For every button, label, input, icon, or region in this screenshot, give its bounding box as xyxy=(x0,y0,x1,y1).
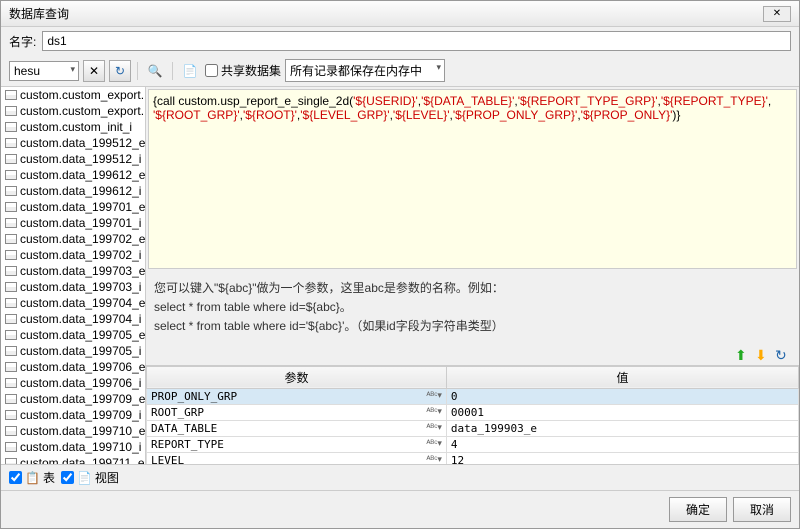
list-item[interactable]: custom.data_199709_e xyxy=(1,391,145,407)
list-item[interactable]: custom.custom_export. xyxy=(1,87,145,103)
table-icon xyxy=(5,138,17,148)
tools-icon[interactable]: ✕ xyxy=(83,60,105,82)
table-icon xyxy=(5,122,17,132)
list-item[interactable]: custom.data_199705_i xyxy=(1,343,145,359)
table-icon xyxy=(5,442,17,452)
param-toolbar: ⬆ ⬇ ↻ xyxy=(146,345,799,365)
table-icon xyxy=(5,426,17,436)
list-item[interactable]: custom.data_199710_e xyxy=(1,423,145,439)
list-item[interactable]: custom.data_199706_i xyxy=(1,375,145,391)
main-area: custom.custom_export.custom.custom_expor… xyxy=(1,86,799,464)
list-item[interactable]: custom.custom_init_i xyxy=(1,119,145,135)
arrow-down-icon[interactable]: ⬇ xyxy=(755,347,771,363)
type-icon: ᴬᴮᶜ▾ xyxy=(426,454,442,464)
table-icon xyxy=(5,266,17,276)
table-icon xyxy=(5,314,17,324)
list-item[interactable]: custom.data_199711_e xyxy=(1,455,145,464)
table-icon xyxy=(5,218,17,228)
cancel-button[interactable]: 取消 xyxy=(733,497,791,522)
table-icon xyxy=(5,394,17,404)
table-icon xyxy=(5,250,17,260)
list-item[interactable]: custom.custom_export. xyxy=(1,103,145,119)
name-bar: 名字: xyxy=(1,27,799,55)
table-icon xyxy=(5,346,17,356)
share-label: 共享数据集 xyxy=(221,62,281,79)
window-title: 数据库查询 xyxy=(9,5,69,22)
list-item[interactable]: custom.data_199512_i xyxy=(1,151,145,167)
db-dropdown[interactable]: hesu xyxy=(9,61,79,81)
refresh-icon[interactable]: ↻ xyxy=(109,60,131,82)
cache-dropdown[interactable]: 所有记录都保存在内存中 xyxy=(285,59,445,82)
arrow-up-icon[interactable]: ⬆ xyxy=(735,347,751,363)
table-row[interactable]: LEVELᴬᴮᶜ▾12 xyxy=(147,452,799,464)
param-header-name: 参数 xyxy=(147,366,447,388)
hint-text: 您可以键入"${abc}"做为一个参数，这里abc是参数的名称。例如： sele… xyxy=(146,271,799,345)
table-icon xyxy=(5,234,17,244)
table-checkbox[interactable]: 📋 表 xyxy=(9,469,55,486)
table-row[interactable]: DATA_TABLEᴬᴮᶜ▾data_199903_e xyxy=(147,420,799,436)
list-item[interactable]: custom.data_199612_i xyxy=(1,183,145,199)
list-item[interactable]: custom.data_199703_e xyxy=(1,263,145,279)
param-header-value: 值 xyxy=(446,366,798,388)
sql-textarea[interactable]: {call custom.usp_report_e_single_2d('${U… xyxy=(148,89,797,269)
close-icon[interactable]: ✕ xyxy=(763,6,791,22)
bottom-bar: 📋 表 📄 视图 xyxy=(1,464,799,490)
share-checkbox[interactable]: 共享数据集 xyxy=(205,62,281,79)
list-item[interactable]: custom.data_199702_i xyxy=(1,247,145,263)
table-icon xyxy=(5,378,17,388)
table-row[interactable]: PROP_ONLY_GRPᴬᴮᶜ▾0 xyxy=(147,388,799,404)
table-icon xyxy=(5,202,17,212)
table-row[interactable]: ROOT_GRPᴬᴮᶜ▾00001 xyxy=(147,404,799,420)
table-list[interactable]: custom.custom_export.custom.custom_expor… xyxy=(1,87,146,464)
list-item[interactable]: custom.data_199704_e xyxy=(1,295,145,311)
list-item[interactable]: custom.data_199701_e xyxy=(1,199,145,215)
list-item[interactable]: custom.data_199612_e xyxy=(1,167,145,183)
table-icon xyxy=(5,170,17,180)
table-icon xyxy=(5,90,17,100)
list-item[interactable]: custom.data_199702_e xyxy=(1,231,145,247)
table-icon xyxy=(5,186,17,196)
toolbar: hesu ✕ ↻ 🔍 📄 共享数据集 所有记录都保存在内存中 xyxy=(1,55,799,86)
type-icon: ᴬᴮᶜ▾ xyxy=(426,422,442,433)
view-checkbox[interactable]: 📄 视图 xyxy=(61,469,119,486)
ok-button[interactable]: 确定 xyxy=(669,497,727,522)
name-input[interactable] xyxy=(42,31,791,51)
footer: 确定 取消 xyxy=(1,490,799,528)
list-item[interactable]: custom.data_199703_i xyxy=(1,279,145,295)
param-table[interactable]: 参数 值 PROP_ONLY_GRPᴬᴮᶜ▾0ROOT_GRPᴬᴮᶜ▾00001… xyxy=(146,365,799,464)
list-item[interactable]: custom.data_199705_e xyxy=(1,327,145,343)
table-icon xyxy=(5,154,17,164)
list-item[interactable]: custom.data_199709_i xyxy=(1,407,145,423)
table-row[interactable]: REPORT_TYPEᴬᴮᶜ▾4 xyxy=(147,436,799,452)
list-item[interactable]: custom.data_199704_i xyxy=(1,311,145,327)
list-item[interactable]: custom.data_199512_e xyxy=(1,135,145,151)
titlebar: 数据库查询 ✕ xyxy=(1,1,799,27)
type-icon: ᴬᴮᶜ▾ xyxy=(426,438,442,449)
name-label: 名字: xyxy=(9,33,36,50)
preview-icon[interactable]: 🔍 xyxy=(144,60,166,82)
list-item[interactable]: custom.data_199710_i xyxy=(1,439,145,455)
page-icon[interactable]: 📄 xyxy=(179,60,201,82)
right-panel: {call custom.usp_report_e_single_2d('${U… xyxy=(146,87,799,464)
refresh-params-icon[interactable]: ↻ xyxy=(775,347,791,363)
share-checkbox-input[interactable] xyxy=(205,64,218,77)
table-icon xyxy=(5,298,17,308)
list-item[interactable]: custom.data_199706_e xyxy=(1,359,145,375)
table-icon xyxy=(5,282,17,292)
table-icon xyxy=(5,106,17,116)
dialog-window: 数据库查询 ✕ 名字: hesu ✕ ↻ 🔍 📄 共享数据集 所有记录都保存在内… xyxy=(0,0,800,529)
table-icon xyxy=(5,330,17,340)
type-icon: ᴬᴮᶜ▾ xyxy=(426,390,442,401)
table-icon xyxy=(5,362,17,372)
type-icon: ᴬᴮᶜ▾ xyxy=(426,406,442,417)
list-item[interactable]: custom.data_199701_i xyxy=(1,215,145,231)
table-icon xyxy=(5,410,17,420)
